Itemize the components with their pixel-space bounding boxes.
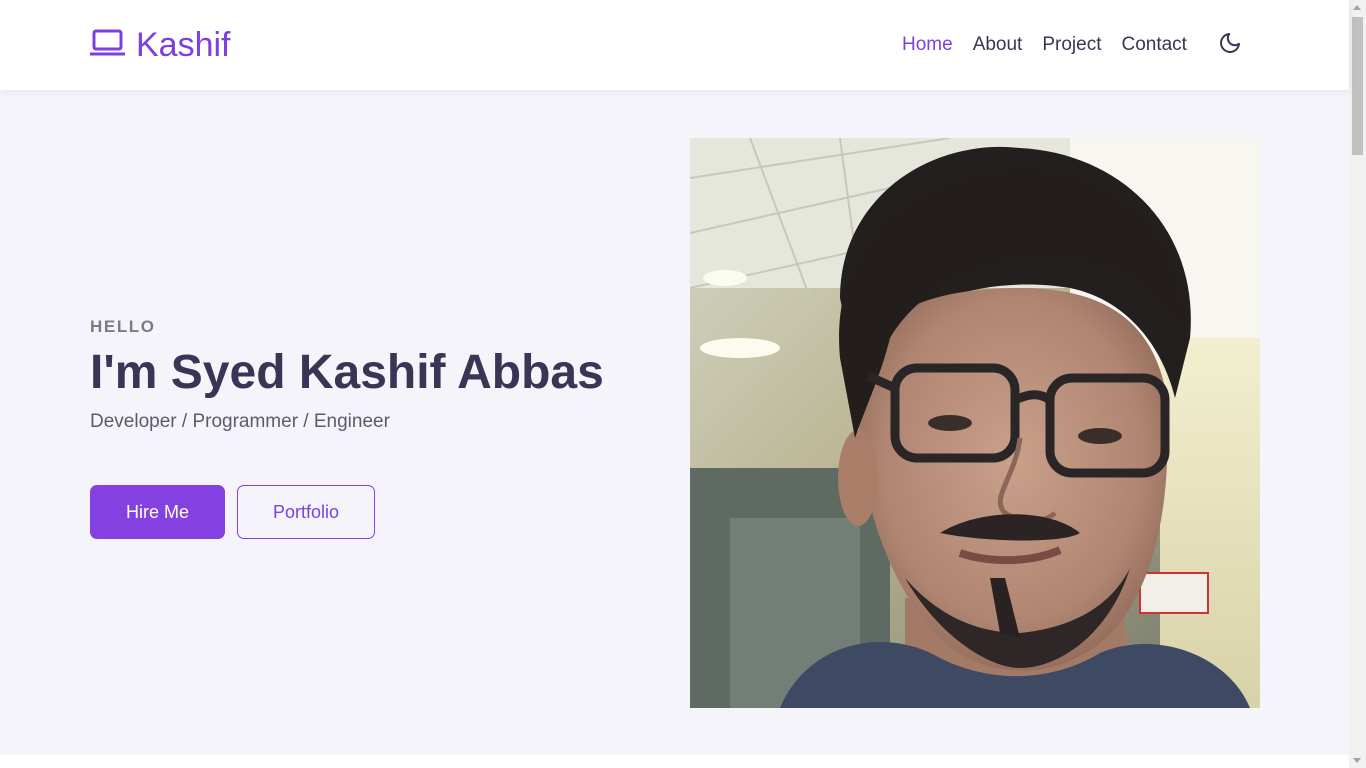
scroll-down-arrow-icon[interactable] (1353, 758, 1361, 763)
hero-section: HELLO I'm Syed Kashif Abbas Developer / … (0, 90, 1349, 755)
hire-me-button[interactable]: Hire Me (90, 485, 225, 539)
main-nav: Home About Project Contact (902, 32, 1187, 58)
page-scrollbar[interactable] (1349, 0, 1366, 768)
scroll-up-arrow-icon[interactable] (1353, 5, 1361, 10)
next-section-edge (0, 755, 1349, 768)
nav-item-contact[interactable]: Contact (1121, 32, 1186, 58)
nav-item-home[interactable]: Home (902, 32, 953, 58)
hero-headline: I'm Syed Kashif Abbas (90, 344, 604, 402)
hero-name: Syed Kashif Abbas (170, 346, 604, 399)
nav-item-project[interactable]: Project (1042, 32, 1101, 58)
portfolio-button[interactable]: Portfolio (237, 485, 375, 539)
brand-logo[interactable]: Kashif (89, 24, 231, 66)
scrollbar-thumb[interactable] (1352, 17, 1363, 155)
brand-name: Kashif (136, 25, 231, 64)
hero-greeting: HELLO (90, 317, 156, 336)
hero-intro: I'm (90, 346, 158, 399)
hero-subtitle: Developer / Programmer / Engineer (90, 411, 390, 432)
site-header: Kashif Home About Project Contact (0, 0, 1349, 90)
nav-item-about[interactable]: About (973, 32, 1023, 58)
moon-icon (1218, 31, 1242, 60)
laptop-icon (89, 29, 126, 62)
profile-photo (690, 138, 1260, 708)
theme-toggle-button[interactable] (1217, 33, 1242, 58)
